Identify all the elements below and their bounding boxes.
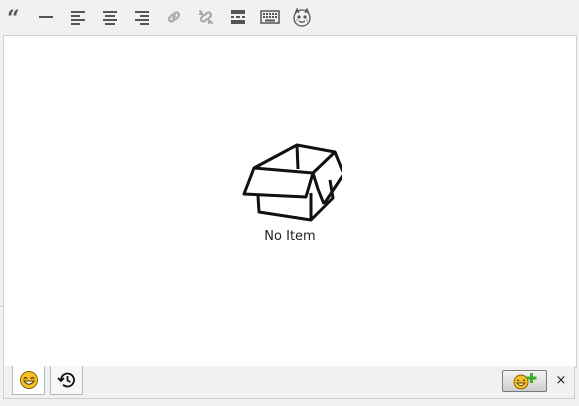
- remove-link-icon: [198, 9, 214, 25]
- editor-toolbar: “: [0, 0, 579, 34]
- insert-link-button[interactable]: [162, 5, 186, 29]
- blockquote-icon: “: [7, 9, 20, 25]
- add-smiley-icon: [513, 373, 536, 390]
- align-left-icon: [71, 11, 85, 25]
- emoticon-button[interactable]: [290, 5, 314, 29]
- toolbar-toggle-button[interactable]: [258, 5, 282, 29]
- align-right-button[interactable]: [130, 5, 154, 29]
- emoji-panel: No Item: [3, 35, 577, 368]
- read-more-button[interactable]: [226, 5, 250, 29]
- empty-state: [4, 141, 576, 229]
- history-icon: [56, 372, 75, 388]
- align-center-button[interactable]: [98, 5, 122, 29]
- remove-link-button[interactable]: [194, 5, 218, 29]
- smiley-icon: [19, 371, 38, 389]
- close-panel-button[interactable]: ×: [554, 373, 568, 389]
- tab-emoticons[interactable]: [12, 366, 45, 395]
- add-emoticon-button[interactable]: [502, 370, 547, 392]
- emoticon-mascot-icon: [293, 7, 311, 27]
- open-box-icon: [242, 143, 346, 222]
- align-left-button[interactable]: [66, 5, 90, 29]
- align-right-icon: [135, 11, 149, 25]
- blockquote-button[interactable]: “: [3, 5, 27, 29]
- insert-link-icon: [167, 11, 181, 23]
- horizontal-rule-button[interactable]: [34, 5, 58, 29]
- align-center-icon: [103, 11, 117, 25]
- panel-footer: ×: [3, 366, 575, 399]
- keyboard-toolbar-icon: [260, 10, 280, 24]
- tab-history[interactable]: [50, 366, 83, 395]
- read-more-icon: [231, 10, 245, 24]
- horizontal-rule-icon: [39, 16, 53, 18]
- empty-message: No Item: [264, 229, 316, 244]
- svg-text:“: “: [7, 9, 20, 25]
